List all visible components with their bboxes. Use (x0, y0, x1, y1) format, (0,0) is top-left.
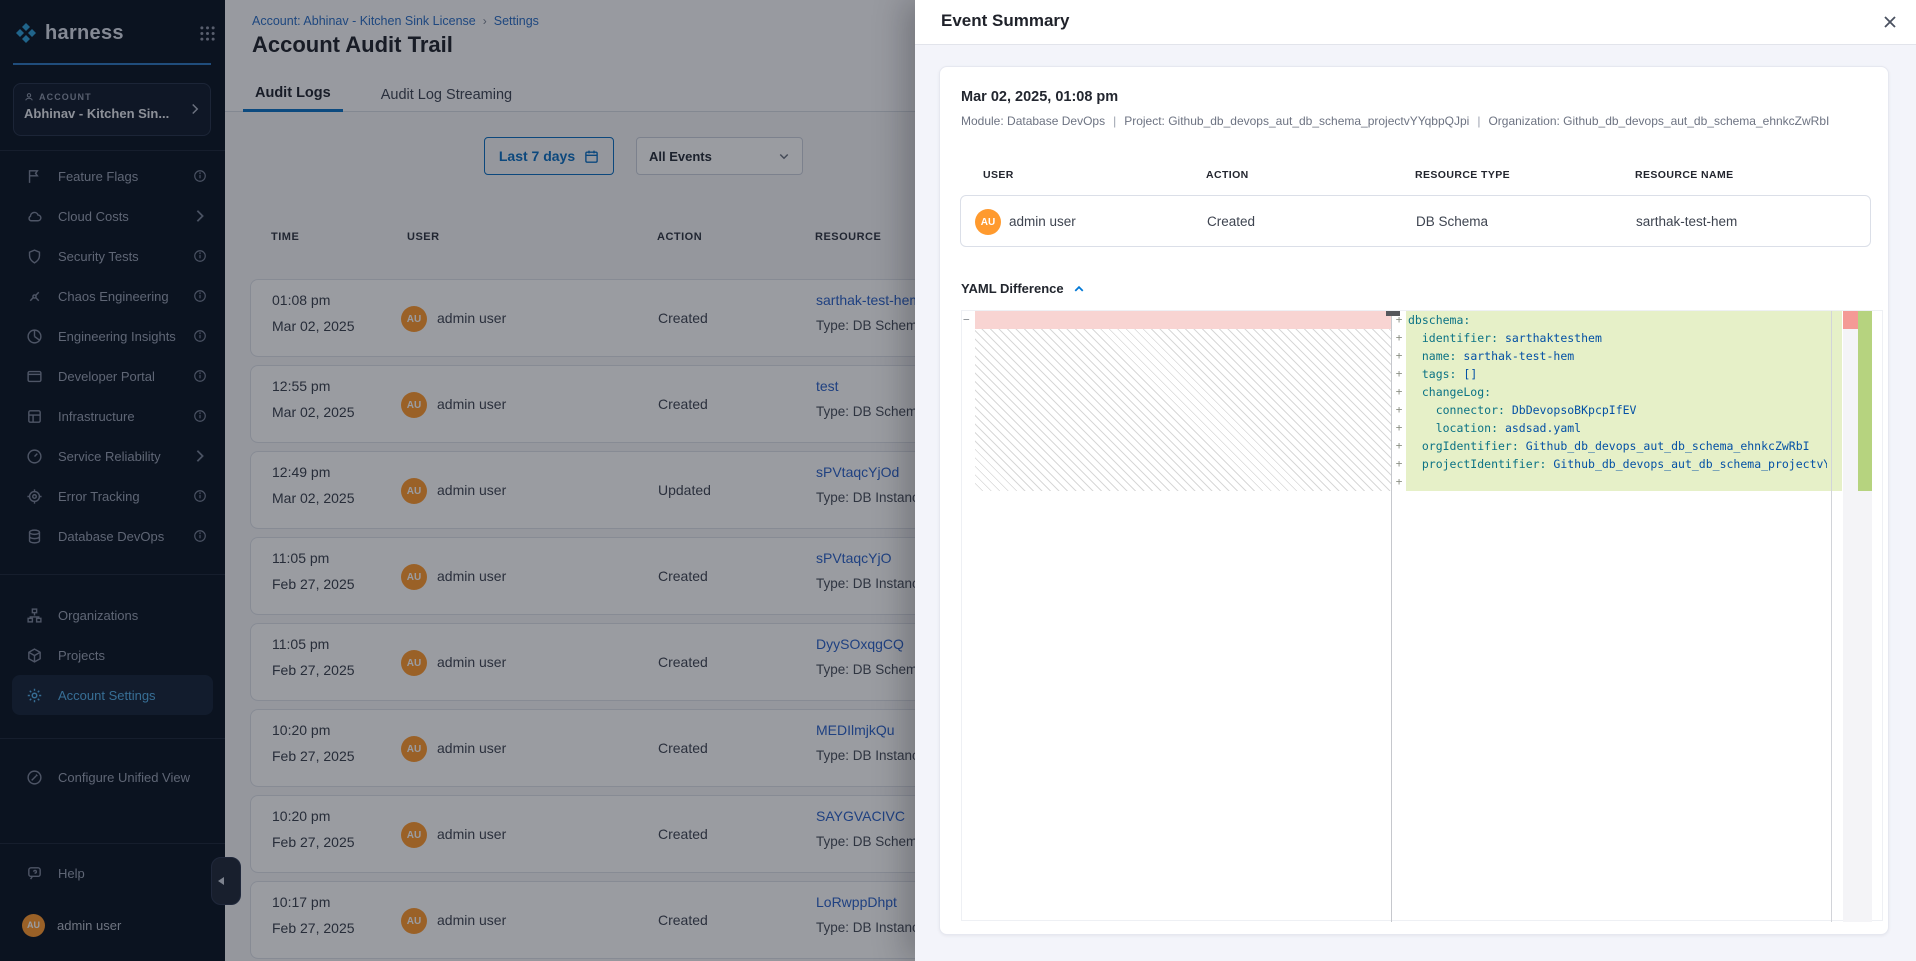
diff-added-line: + changeLog: (1392, 383, 1842, 401)
drawer-header: Event Summary (915, 0, 1916, 45)
column-resource-name: RESOURCE NAME (1635, 169, 1734, 181)
removed-line-highlight (975, 311, 1391, 329)
diff-empty-hatch (975, 329, 1391, 491)
row-user: admin user (1009, 214, 1076, 229)
event-project: Project: Github_db_devops_aut_db_schema_… (1124, 114, 1469, 128)
avatar: AU (975, 209, 1001, 235)
event-summary-drawer: Event Summary Mar 02, 2025, 01:08 pm Mod… (915, 0, 1916, 961)
ruler-added-mark (1858, 311, 1872, 491)
removed-line-marker: − (963, 311, 975, 329)
column-resource-type: RESOURCE TYPE (1415, 169, 1510, 181)
column-user: USER (983, 169, 1014, 181)
event-meta: Module: Database DevOps | Project: Githu… (961, 114, 1829, 128)
diff-original-pane (975, 311, 1391, 922)
ruler-removed-mark (1843, 311, 1858, 329)
modal-overlay[interactable] (0, 0, 915, 961)
drawer-title: Event Summary (941, 11, 1070, 31)
event-card: Mar 02, 2025, 01:08 pm Module: Database … (939, 66, 1889, 935)
drawer-table-row[interactable]: AU admin user Created DB Schema sarthak-… (960, 195, 1871, 247)
diff-added-line: + location: asdsad.yaml (1392, 419, 1842, 437)
row-resource-type: DB Schema (1416, 214, 1488, 229)
yaml-diff-viewer: − +dbschema: + identifier: sarthaktesthe… (961, 310, 1883, 921)
column-action: ACTION (1206, 169, 1249, 181)
diff-added-line: + projectIdentifier: Github_db_devops_au… (1392, 455, 1842, 473)
close-icon[interactable] (1882, 14, 1898, 30)
app-root: harness ACCOUNT Abhinav - Kitchen Sin...… (0, 0, 1916, 961)
event-organization: Organization: Github_db_devops_aut_db_sc… (1488, 114, 1829, 128)
diff-added-line: + name: sarthak-test-hem (1392, 347, 1842, 365)
row-action: Created (1207, 214, 1255, 229)
chevron-up-icon (1073, 283, 1085, 295)
diff-added-line: + tags: [] (1392, 365, 1842, 383)
meta-separator: | (1113, 114, 1116, 128)
diff-added-line: + orgIdentifier: Github_db_devops_aut_db… (1392, 437, 1842, 455)
drawer-body: Mar 02, 2025, 01:08 pm Module: Database … (915, 45, 1916, 961)
diff-added-line: + identifier: sarthaktesthem (1392, 329, 1842, 347)
row-resource-name: sarthak-test-hem (1636, 214, 1737, 229)
event-datetime: Mar 02, 2025, 01:08 pm (961, 89, 1118, 105)
yaml-difference-toggle[interactable]: YAML Difference (961, 281, 1085, 296)
diff-divider-handle[interactable] (1386, 311, 1400, 316)
event-module: Module: Database DevOps (961, 114, 1105, 128)
diff-added-line: + (1392, 473, 1842, 491)
diff-overview-ruler (1843, 311, 1872, 922)
diff-added-line: + connector: DbDevopsoBKpcpIfEV (1392, 401, 1842, 419)
diff-content-boundary (1831, 311, 1832, 922)
diff-added-line: +dbschema: (1392, 311, 1842, 329)
diff-modified-pane: +dbschema: + identifier: sarthaktesthem … (1392, 311, 1842, 491)
meta-separator: | (1477, 114, 1480, 128)
